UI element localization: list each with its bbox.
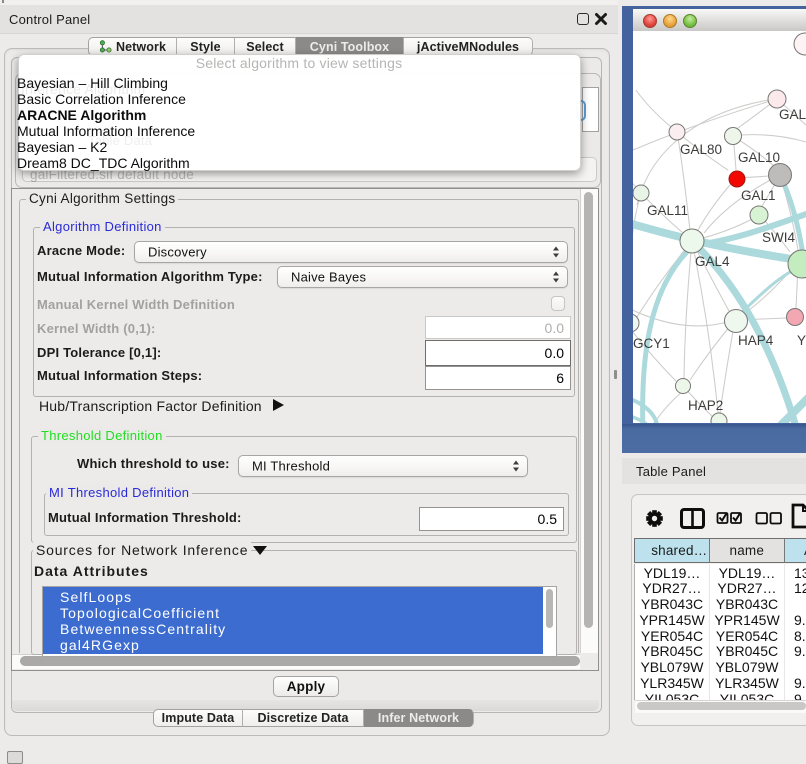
- svg-text:HAP2: HAP2: [688, 398, 723, 413]
- svg-text:GAL7: GAL7: [779, 107, 806, 122]
- svg-text:GAL80: GAL80: [680, 142, 722, 157]
- svg-text:GAL1: GAL1: [741, 188, 776, 203]
- svg-text:GCY1: GCY1: [633, 336, 670, 351]
- svg-text:GAL4: GAL4: [695, 254, 730, 269]
- svg-text:GAL11: GAL11: [647, 203, 688, 218]
- svg-text:Y: Y: [797, 333, 806, 348]
- svg-text:SWI4: SWI4: [762, 230, 795, 245]
- svg-text:HAP4: HAP4: [738, 333, 774, 348]
- svg-text:GAL10: GAL10: [738, 150, 780, 165]
